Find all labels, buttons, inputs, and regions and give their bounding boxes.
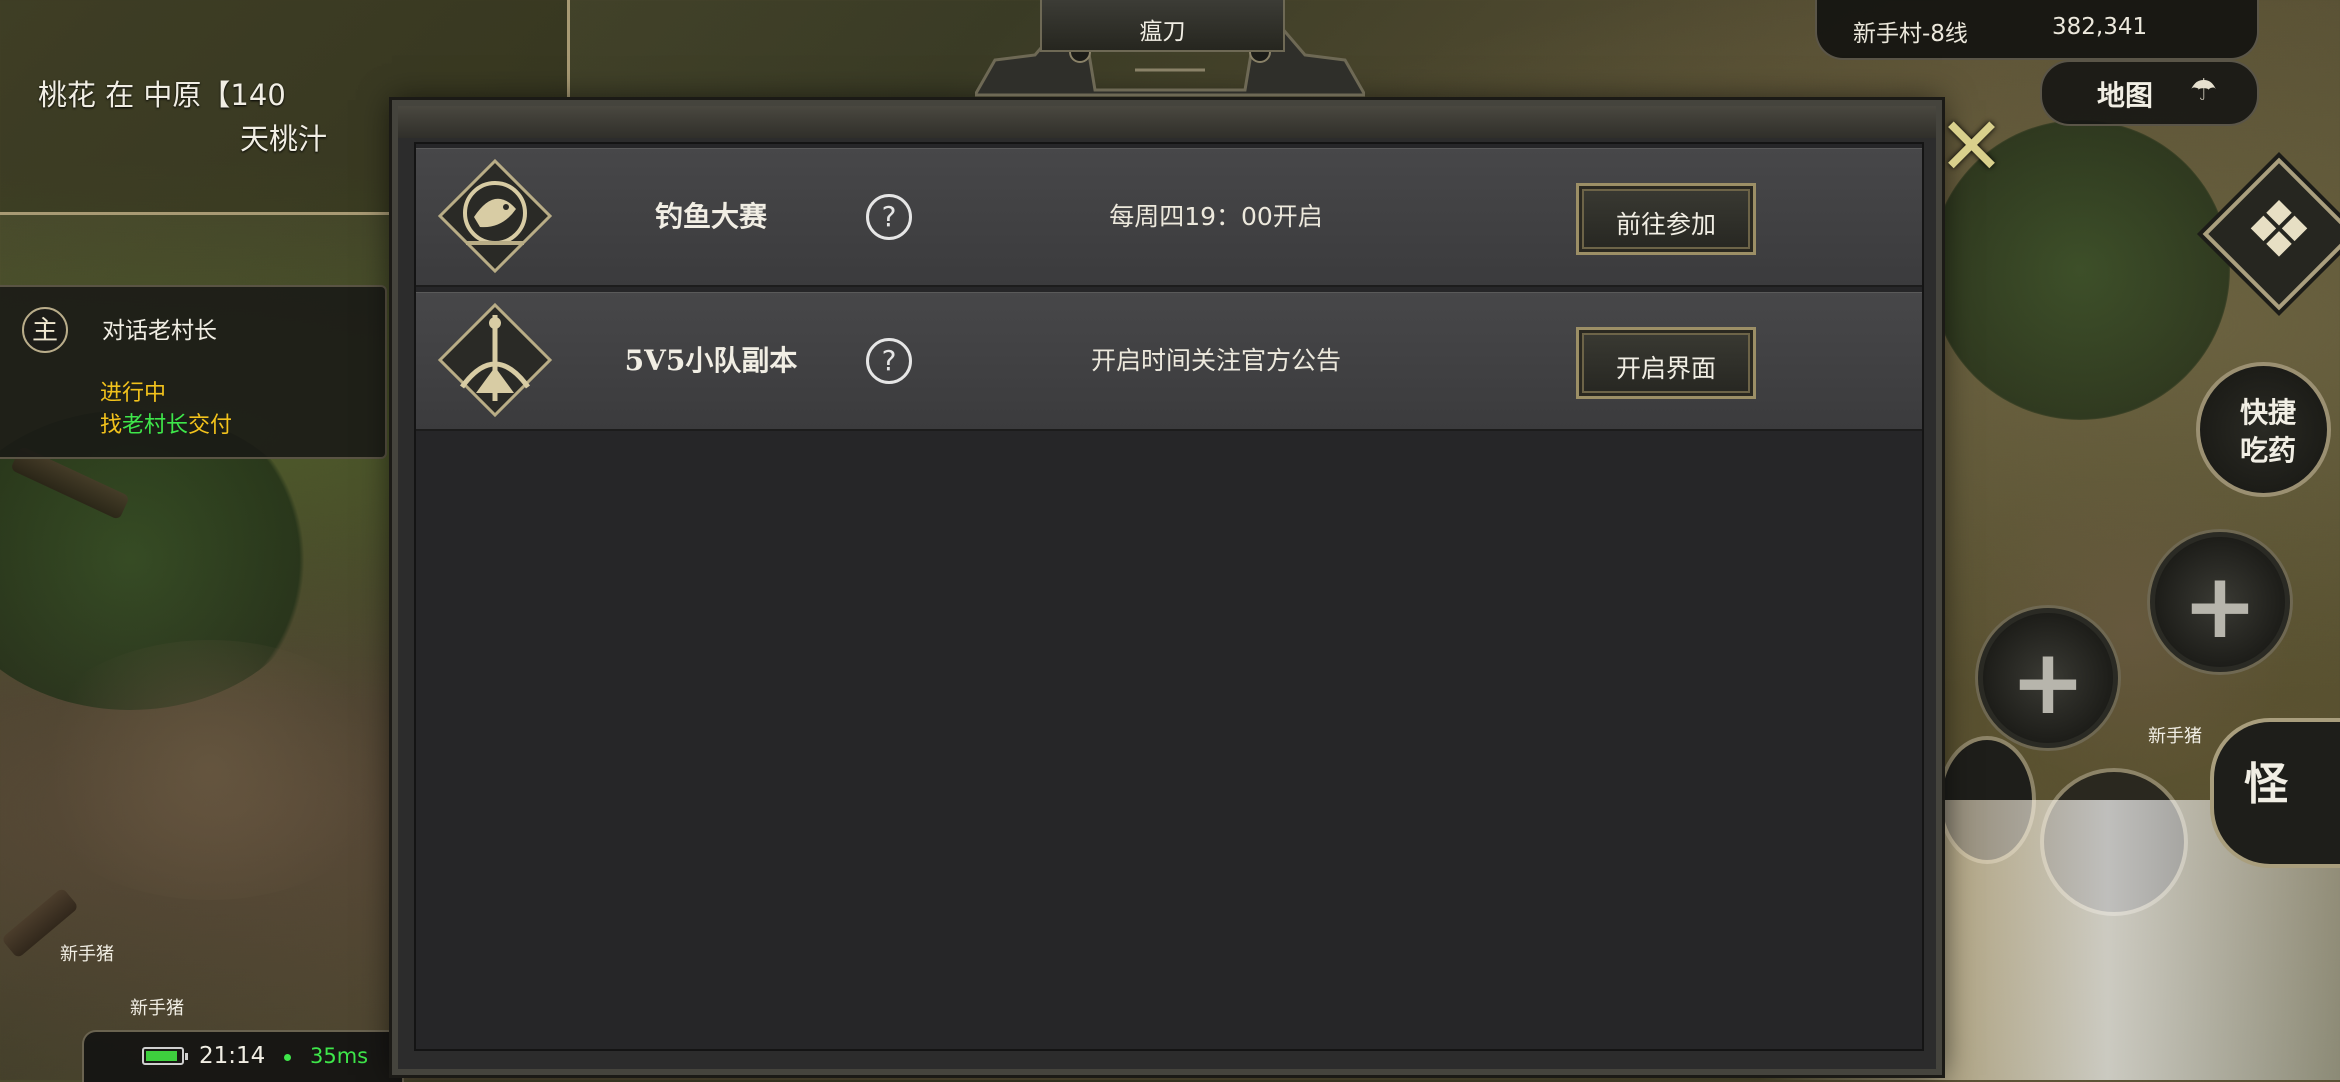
quest-tracker[interactable]: 主 对话老村长 进行中 找老村长交付 bbox=[0, 285, 387, 459]
dialog-title-plate: 瘟刀 bbox=[1040, 0, 1285, 52]
event-name: 钓鱼大赛 bbox=[654, 200, 767, 233]
grid-menu-icon bbox=[2250, 200, 2308, 257]
monster-name-label: 新手猪 bbox=[130, 998, 184, 1019]
monster-name-label: 新手猪 bbox=[60, 944, 114, 965]
event-row: 5V5小队副本 ? 开启时间关注官方公告 开启界面 bbox=[416, 292, 1922, 431]
dirt-patch bbox=[20, 640, 400, 900]
open-interface-button[interactable]: 开启界面 bbox=[1576, 327, 1756, 399]
ping-value: 35ms bbox=[310, 1044, 369, 1068]
location-subtext: 天桃汁 bbox=[240, 122, 328, 156]
quest-title: 对话老村长 bbox=[102, 318, 217, 344]
combat-power: 382,341 bbox=[2052, 14, 2148, 40]
location-text: 桃花 在 中原【140 bbox=[38, 78, 286, 112]
event-schedule: 每周四19：00开启 bbox=[1109, 202, 1323, 231]
help-icon[interactable]: ? bbox=[866, 338, 912, 384]
join-event-button[interactable]: 前往参加 bbox=[1576, 183, 1756, 255]
clock-time: 21:14 bbox=[199, 1043, 266, 1069]
crossed-swords-emblem-icon bbox=[437, 302, 553, 418]
server-line: 新手村-8线 bbox=[1853, 21, 1968, 47]
battery-level-fill bbox=[146, 1051, 177, 1061]
dialog-title: 瘟刀 bbox=[1139, 19, 1186, 45]
map-label: 地图 bbox=[2097, 79, 2154, 112]
quick-potion-button[interactable]: 快捷吃药 bbox=[2196, 362, 2331, 497]
close-dialog-button[interactable]: ✕ bbox=[1938, 107, 2005, 187]
main-quest-icon: 主 bbox=[22, 307, 68, 353]
battery-icon bbox=[142, 1047, 188, 1065]
quest-status: 进行中 bbox=[100, 381, 167, 406]
target-monster-button[interactable]: 怪 bbox=[2210, 718, 2340, 868]
plus-icon: + bbox=[2182, 554, 2258, 659]
monster-name-label: 新手猪 bbox=[2148, 726, 2202, 747]
map-button[interactable]: 地图 ☂ bbox=[2040, 60, 2259, 126]
server-info-bar: 新手村-8线 382,341 bbox=[1815, 0, 2259, 60]
device-status-bar: 21:14 35ms bbox=[82, 1030, 404, 1082]
umbrella-icon: ☂ bbox=[2190, 73, 2217, 108]
help-icon[interactable]: ? bbox=[866, 194, 912, 240]
plus-icon: + bbox=[2010, 630, 2086, 735]
skill-slot-empty[interactable]: + bbox=[2150, 532, 2290, 672]
close-icon: ✕ bbox=[1938, 100, 2006, 193]
monster-button-label: 怪 bbox=[2244, 759, 2288, 810]
quick-potion-label: 快捷吃药 bbox=[2239, 396, 2296, 467]
skill-slot-empty[interactable]: + bbox=[1978, 608, 2118, 748]
network-dot-icon bbox=[284, 1054, 291, 1061]
event-schedule: 开启时间关注官方公告 bbox=[1090, 346, 1341, 375]
quest-target: 找老村长交付 bbox=[100, 413, 233, 438]
event-row: 钓鱼大赛 ? 每周四19：00开启 前往参加 bbox=[416, 148, 1922, 287]
quest-npc-name[interactable]: 老村长 bbox=[122, 413, 188, 438]
event-name: 5V5小队副本 bbox=[624, 344, 798, 377]
activity-dialog: 钓鱼大赛 ? 每周四19：00开启 前往参加 5V5小队副本 ? 开启时间关注官… bbox=[392, 100, 1942, 1075]
fish-emblem-icon bbox=[437, 158, 553, 274]
